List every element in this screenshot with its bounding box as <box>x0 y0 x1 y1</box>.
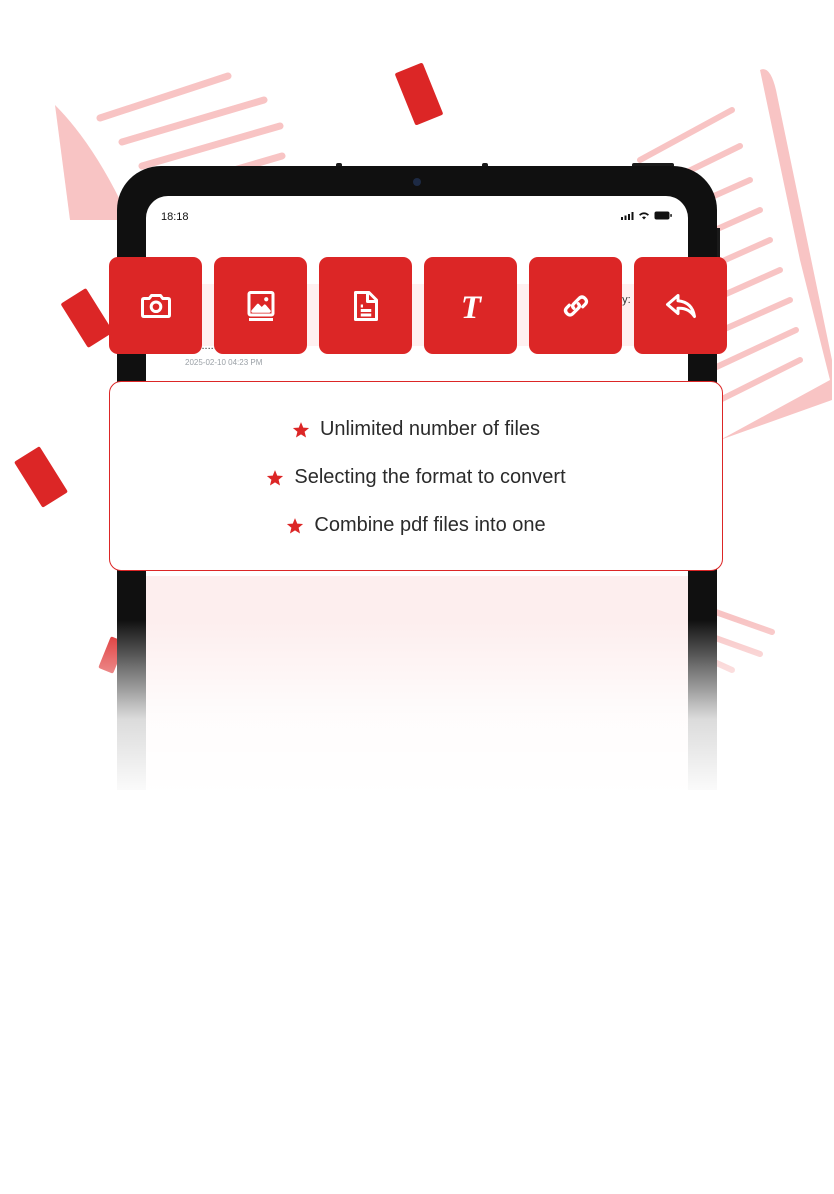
text-icon: T <box>460 290 482 324</box>
wifi-icon <box>639 212 649 220</box>
battery-icon <box>654 211 672 220</box>
image-button[interactable] <box>214 257 307 354</box>
hardware-button <box>336 163 342 166</box>
status-bar: 18:18 <box>146 196 688 236</box>
star-icon <box>287 517 304 533</box>
camera-icon <box>140 293 171 318</box>
bottom-area <box>0 790 834 1194</box>
document-icon <box>353 290 378 321</box>
reply-icon <box>665 293 696 318</box>
confetti-shape <box>13 446 69 508</box>
hardware-button <box>717 228 720 258</box>
hardware-button <box>632 163 674 166</box>
signal-icon <box>621 211 634 220</box>
svg-text:T: T <box>460 290 482 324</box>
bottom-fade <box>0 620 834 800</box>
file-date: 2025-02-10 04:23 PM <box>185 358 263 367</box>
feature-text: Unlimited number of files <box>319 418 541 440</box>
feature-text: Combine pdf files into one <box>314 514 546 536</box>
text-button[interactable]: T <box>424 257 517 354</box>
confetti-shape <box>60 288 114 348</box>
image-icon <box>247 290 274 321</box>
front-camera <box>413 178 421 186</box>
document-button[interactable] <box>319 257 412 354</box>
link-icon <box>563 294 588 317</box>
camera-button[interactable] <box>109 257 202 354</box>
feature-text: Selecting the format to convert <box>294 466 566 488</box>
star-icon <box>292 421 310 437</box>
tool-buttons-row: T <box>109 257 727 354</box>
feature-item: Selecting the format to convert <box>110 466 722 489</box>
star-icon <box>267 469 284 485</box>
hardware-button <box>482 163 488 166</box>
features-card: Unlimited number of files Selecting the … <box>109 381 723 571</box>
status-icons <box>621 211 672 220</box>
reply-button[interactable] <box>634 257 727 354</box>
confetti-shape <box>394 62 444 126</box>
status-time: 18:18 <box>161 211 189 223</box>
promo-screen: 18:18 by: F_F...........pd 2025-02-10 04… <box>0 0 834 1194</box>
feature-item: Unlimited number of files <box>110 418 722 441</box>
feature-item: Combine pdf files into one <box>110 514 722 537</box>
link-button[interactable] <box>529 257 622 354</box>
